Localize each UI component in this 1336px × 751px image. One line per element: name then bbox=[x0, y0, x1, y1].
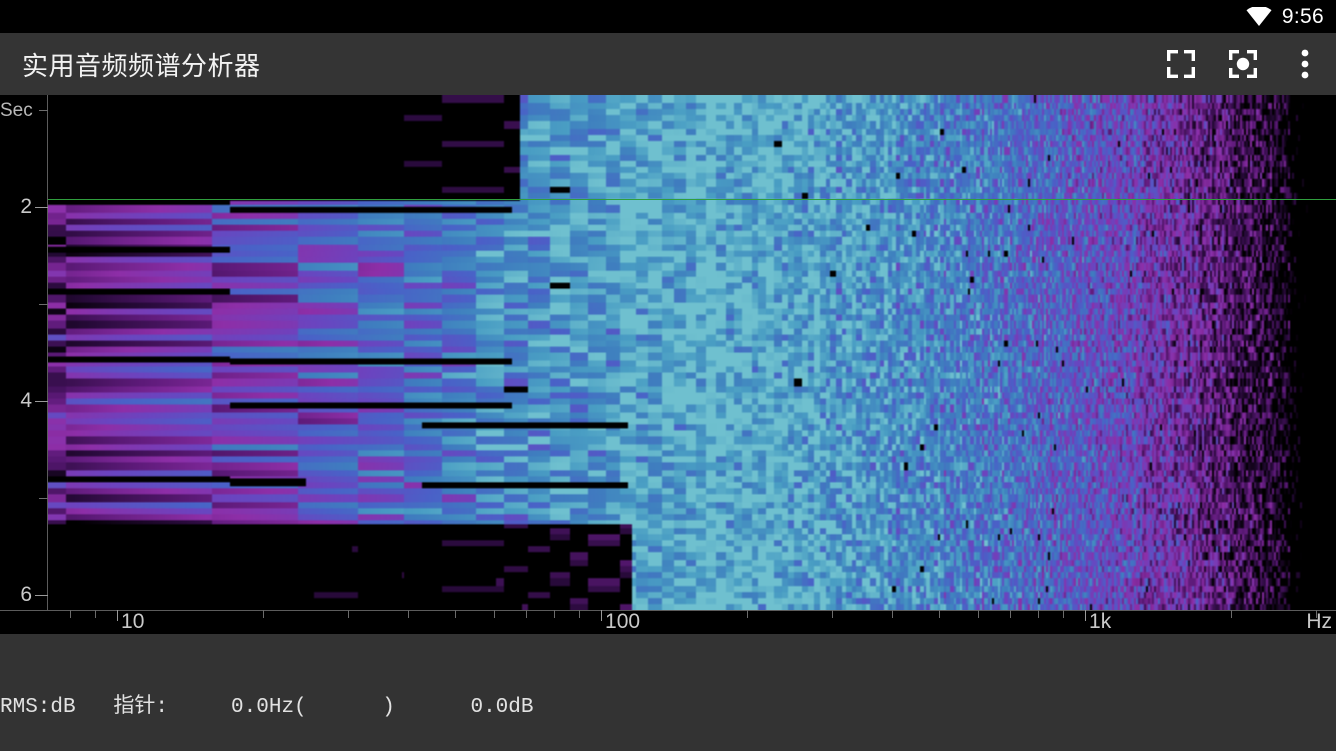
y-tick-label: 2 bbox=[20, 194, 32, 218]
x-tick-minor bbox=[1010, 610, 1012, 618]
y-tick-minor bbox=[39, 109, 48, 111]
overflow-menu-icon bbox=[1301, 49, 1309, 79]
x-tick-minor bbox=[746, 610, 748, 618]
spectrogram-canvas[interactable] bbox=[48, 95, 1336, 610]
camera-focus-button[interactable] bbox=[1212, 33, 1274, 95]
y-tick-label: 6 bbox=[20, 583, 32, 607]
spectrogram-image[interactable] bbox=[48, 95, 1336, 610]
app-root: 9:56 实用音频频谱分析器 Sec 2 4 6 Hz 10 100 1k RM… bbox=[0, 0, 1336, 751]
x-tick-minor bbox=[1038, 610, 1040, 618]
x-tick-major bbox=[117, 610, 119, 621]
action-bar: 实用音频频谱分析器 bbox=[0, 33, 1336, 95]
x-tick-minor bbox=[455, 610, 457, 618]
x-tick-minor bbox=[1230, 610, 1232, 618]
y-tick-minor bbox=[39, 303, 48, 305]
page-title: 实用音频频谱分析器 bbox=[22, 50, 261, 81]
x-tick-minor bbox=[554, 610, 556, 618]
x-tick-label: 100 bbox=[605, 610, 641, 633]
x-tick-label: 10 bbox=[121, 610, 145, 633]
x-tick-minor bbox=[526, 610, 528, 618]
x-tick-major bbox=[1085, 610, 1087, 621]
y-tick-label: 4 bbox=[20, 389, 32, 413]
x-tick-minor bbox=[70, 610, 72, 618]
x-tick-minor bbox=[262, 610, 264, 618]
x-tick-minor bbox=[892, 610, 894, 618]
x-tick-label: 1k bbox=[1089, 610, 1112, 633]
x-tick-minor bbox=[1062, 610, 1064, 618]
y-tick-minor bbox=[39, 498, 48, 500]
y-tick-major bbox=[35, 595, 48, 597]
y-tick-major bbox=[35, 206, 48, 208]
fullscreen-button[interactable] bbox=[1150, 33, 1212, 95]
wifi-icon bbox=[1246, 7, 1272, 26]
overflow-menu-button[interactable] bbox=[1274, 33, 1336, 95]
camera-focus-icon bbox=[1229, 50, 1257, 78]
readout-display: RMS:dB 指针: 0.0Hz( ) 0.0dB -74.6 峰值: 259.… bbox=[0, 638, 533, 751]
fullscreen-icon bbox=[1167, 50, 1195, 78]
y-axis-title: Sec bbox=[0, 100, 33, 121]
x-tick-minor bbox=[831, 610, 833, 618]
x-tick-minor bbox=[977, 610, 979, 618]
x-axis: Hz 10 100 1k bbox=[0, 610, 1336, 634]
x-axis-unit: Hz bbox=[1306, 610, 1332, 633]
x-tick-major bbox=[601, 610, 603, 621]
x-axis-line bbox=[0, 610, 1336, 611]
control-panel: RMS:dB 指针: 0.0Hz( ) 0.0dB -74.6 峰值: 259.… bbox=[0, 634, 1336, 751]
x-tick-minor bbox=[939, 610, 941, 618]
status-clock: 9:56 bbox=[1281, 4, 1324, 28]
y-tick-major bbox=[35, 401, 48, 403]
x-tick-minor bbox=[408, 610, 410, 618]
x-tick-minor bbox=[347, 610, 349, 618]
y-axis: Sec 2 4 6 bbox=[0, 95, 48, 610]
x-tick-minor bbox=[578, 610, 580, 618]
x-tick-minor bbox=[94, 610, 96, 618]
x-tick-minor bbox=[1315, 610, 1317, 618]
x-tick-minor bbox=[493, 610, 495, 618]
status-bar: 9:56 bbox=[0, 0, 1336, 33]
readout-line-1: RMS:dB 指针: 0.0Hz( ) 0.0dB bbox=[0, 696, 534, 719]
spectrogram-panel[interactable]: Sec 2 4 6 bbox=[0, 95, 1336, 610]
